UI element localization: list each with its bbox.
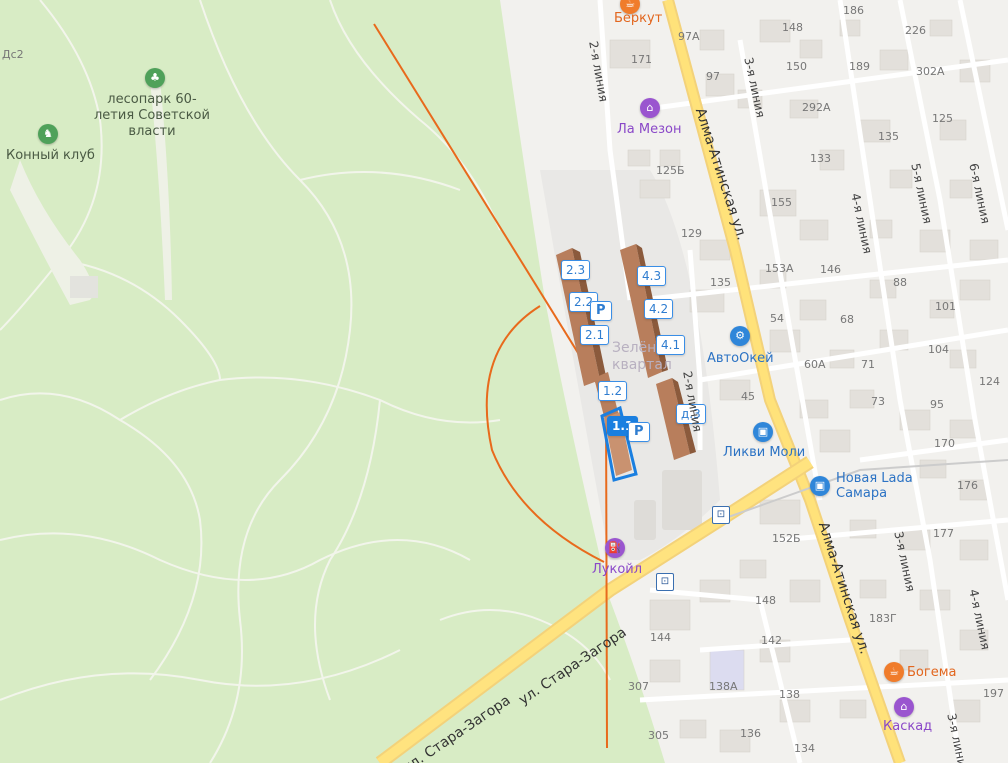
berkut-label[interactable]: Беркут (614, 12, 662, 26)
fuel-station-icon[interactable]: ⛽ (605, 538, 625, 558)
house-number: 138А (709, 680, 738, 693)
house-number: 170 (934, 437, 955, 450)
house-number: 60А (804, 358, 826, 371)
house-number: 144 (650, 631, 671, 644)
house-number: 124 (979, 375, 1000, 388)
bogema-label[interactable]: Богема (907, 666, 956, 680)
house-number: 226 (905, 24, 926, 37)
house-number: 305 (648, 729, 669, 742)
house-number: 177 (933, 527, 954, 540)
house-number: 104 (928, 343, 949, 356)
car-service-icon[interactable]: ⚙ (730, 326, 750, 346)
house-number: 97 (706, 70, 720, 83)
house-number: 307 (628, 680, 649, 693)
house-number: 45 (741, 390, 755, 403)
house-number: 125 (932, 112, 953, 125)
building-tag-1-2[interactable]: 1.2 (598, 381, 628, 401)
house-number: 135 (710, 276, 731, 289)
hotel-icon[interactable]: ⌂ (640, 98, 660, 118)
house-number: 97А (678, 30, 700, 43)
house-number: 133 (810, 152, 831, 165)
house-number: 138 (779, 688, 800, 701)
house-number: 142 (761, 634, 782, 647)
house-number: 54 (770, 312, 784, 325)
house-number: 186 (843, 4, 864, 17)
riding-club-label[interactable]: Конный клуб (6, 148, 95, 164)
house-number: 148 (782, 21, 803, 34)
house-number: 152Б (772, 532, 801, 545)
house-number: 68 (840, 313, 854, 326)
house-number: 71 (861, 358, 875, 371)
house-number: 197 (983, 687, 1004, 700)
avtookey-label[interactable]: АвтоОкей (707, 352, 774, 366)
house-number: 135 (878, 130, 899, 143)
house-number: 153А (765, 262, 794, 275)
parking-tag[interactable]: P (590, 301, 612, 321)
house-number: 95 (930, 398, 944, 411)
tree-icon[interactable]: ♣ (145, 68, 165, 88)
building-tag-4-1[interactable]: 4.1 (656, 335, 686, 355)
house-number: 125Б (656, 164, 685, 177)
house-number: 136 (740, 727, 761, 740)
car-dealer-icon[interactable]: ▣ (810, 476, 830, 496)
house-number: 148 (755, 594, 776, 607)
ds-label: Дс2 (2, 48, 24, 61)
house-number: 134 (794, 742, 815, 755)
house-number: 129 (681, 227, 702, 240)
kaskad-label[interactable]: Каскад (883, 720, 932, 734)
house-number: 189 (849, 60, 870, 73)
house-number: 176 (957, 479, 978, 492)
house-number: 155 (771, 196, 792, 209)
house-number: 101 (935, 300, 956, 313)
map-view[interactable]: ♣ лесопарк 60- летия Советской власти ♞ Ко… (0, 0, 1008, 763)
novaya-lada-label[interactable]: Новая Lada Самара (836, 471, 913, 501)
house-number: 183Г (869, 612, 897, 625)
bus-stop-icon-2[interactable]: ⊡ (656, 573, 674, 591)
cafe-icon[interactable]: ☕ (884, 662, 904, 682)
horse-icon[interactable]: ♞ (38, 124, 58, 144)
house-number: 302А (916, 65, 945, 78)
lukoil-label[interactable]: Лукойл (592, 563, 642, 577)
house-number: 146 (820, 263, 841, 276)
likvi-moli-label[interactable]: Ликви Моли (723, 446, 805, 460)
hotel-icon-2[interactable]: ⌂ (894, 697, 914, 717)
building-tag-2-1[interactable]: 2.1 (580, 325, 610, 345)
house-number: 171 (631, 53, 652, 66)
park-label: лесопарк 60- летия Советской власти (94, 92, 210, 139)
la-mezon-label[interactable]: Ла Мезон (617, 123, 681, 137)
house-number: 150 (786, 60, 807, 73)
bus-stop-icon[interactable]: ⊡ (712, 506, 730, 524)
parking-tag-2[interactable]: P (628, 422, 650, 442)
house-number: 73 (871, 395, 885, 408)
building-tag-4-2[interactable]: 4.2 (644, 299, 674, 319)
car-icon[interactable]: ▣ (753, 422, 773, 442)
house-number: 88 (893, 276, 907, 289)
building-tag-4-3[interactable]: 4.3 (637, 266, 667, 286)
house-number: 292А (802, 101, 831, 114)
building-tag-2-3[interactable]: 2.3 (561, 260, 591, 280)
